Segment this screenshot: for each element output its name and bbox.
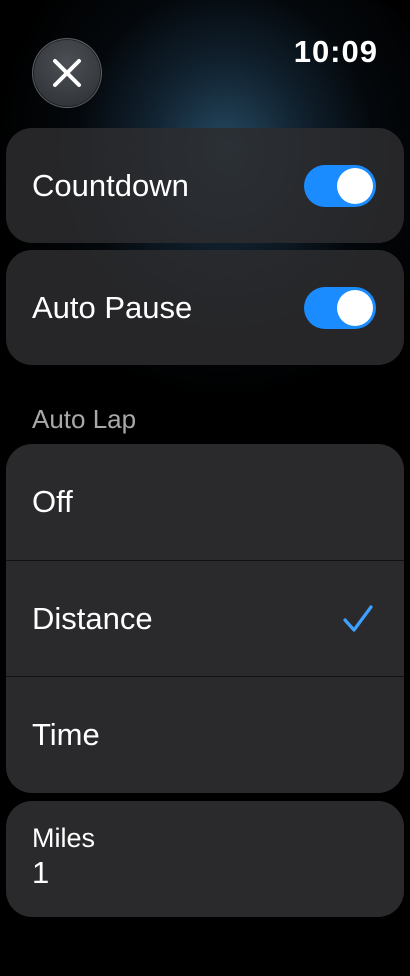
auto-lap-option-off[interactable]: Off [6, 444, 404, 560]
auto-pause-label: Auto Pause [32, 289, 193, 325]
auto-lap-option-time[interactable]: Time [6, 676, 404, 792]
close-icon [53, 59, 81, 87]
workout-settings-screen: 10:09 Countdown Auto Pause Auto Lap Off … [0, 0, 410, 976]
countdown-toggle[interactable] [304, 164, 376, 207]
auto-lap-header: Auto Lap [32, 404, 137, 434]
checkmark-icon [342, 604, 374, 634]
auto-pause-toggle[interactable] [304, 286, 376, 329]
miles-setting[interactable]: Miles 1 [6, 801, 404, 917]
status-time: 10:09 [293, 34, 378, 69]
toggle-knob [337, 167, 373, 204]
auto-pause-row[interactable]: Auto Pause [6, 250, 404, 365]
auto-lap-options: Off Distance Time [6, 444, 404, 793]
option-label: Time [32, 716, 100, 752]
auto-lap-option-distance[interactable]: Distance [6, 560, 404, 676]
toggle-knob [337, 289, 373, 326]
miles-value: 1 [32, 855, 50, 890]
option-label: Off [32, 484, 73, 519]
countdown-label: Countdown [32, 167, 189, 203]
countdown-row[interactable]: Countdown [6, 128, 404, 243]
miles-label: Miles [32, 823, 96, 853]
option-label: Distance [32, 600, 153, 636]
close-button[interactable] [32, 38, 102, 108]
